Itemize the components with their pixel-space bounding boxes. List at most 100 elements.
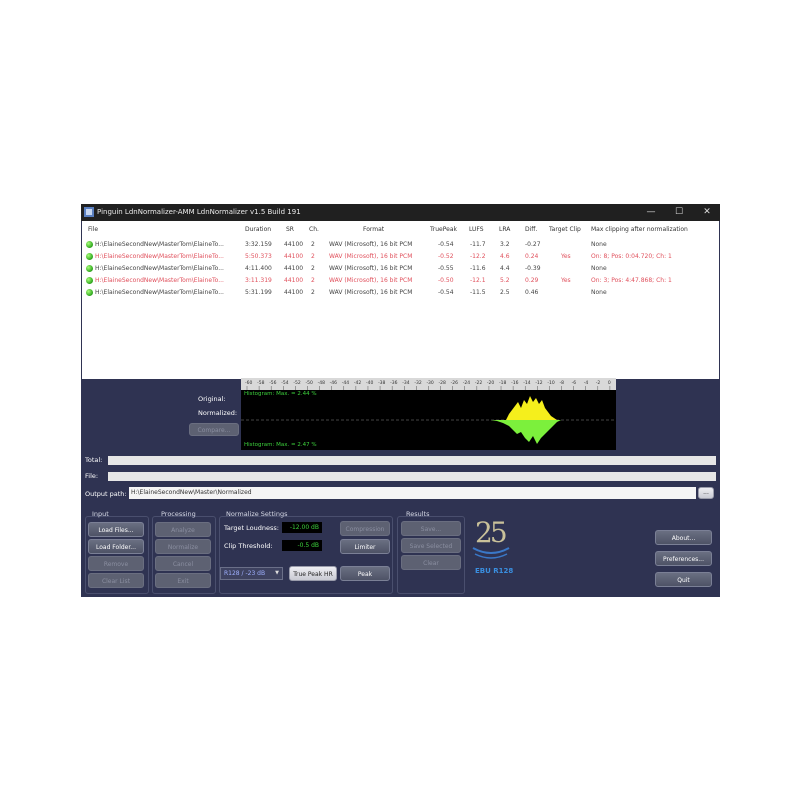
col-sr[interactable]: SR	[286, 226, 294, 233]
ruler-tick-label: -18	[499, 380, 506, 386]
peak-button[interactable]: Peak	[340, 566, 390, 581]
exit-button[interactable]: Exit	[155, 573, 211, 588]
processing-group-label: Processing	[161, 510, 196, 518]
cell-file: H:\ElaineSecondNew\MasterTom\ElaineTo...	[95, 289, 224, 296]
ruler-tick-label: -26	[451, 380, 458, 386]
cell-ch: 2	[311, 241, 315, 248]
cell-target-clip: Yes	[561, 253, 571, 260]
cell-truepeak: -0.54	[438, 241, 454, 248]
cell-format: WAV (Microsoft), 16 bit PCM	[329, 289, 413, 296]
cell-duration: 5:50.373	[245, 253, 272, 260]
cell-file: H:\ElaineSecondNew\MasterTom\ElaineTo...	[95, 277, 224, 284]
clear-results-button[interactable]: Clear	[401, 555, 461, 570]
target-loudness-input[interactable]: -12.00 dB	[282, 522, 322, 533]
title-bar: Pinguin LdnNormalizer-AMM LdnNormalizer …	[81, 204, 720, 221]
cell-truepeak: -0.54	[438, 289, 454, 296]
loudness-ruler: -60 -58 -56 -54 -52 -50 -48 -46 -44 -42 -40 -38 -36-…	[241, 378, 616, 390]
ruler-tick-label: 0	[608, 380, 611, 386]
original-label: Original:	[198, 395, 226, 403]
cell-lufs: -11.6	[470, 265, 486, 272]
load-files-button[interactable]: Load Files...	[88, 522, 144, 537]
compression-button[interactable]: Compression	[340, 521, 390, 536]
file-row[interactable]: H:\ElaineSecondNew\MasterTom\ElaineTo...…	[82, 275, 719, 286]
file-row[interactable]: H:\ElaineSecondNew\MasterTom\ElaineTo...…	[82, 287, 719, 298]
cell-format: WAV (Microsoft), 16 bit PCM	[329, 265, 413, 272]
ruler-tick-label: -14	[523, 380, 530, 386]
cell-file: H:\ElaineSecondNew\MasterTom\ElaineTo...	[95, 253, 224, 260]
ruler-tick-label: -4	[584, 380, 589, 386]
cell-lra: 2.5	[500, 289, 510, 296]
true-peak-hr-button[interactable]: True Peak HR	[289, 566, 337, 581]
ruler-tick-label: -56	[269, 380, 276, 386]
cell-lufs: -12.2	[470, 253, 486, 260]
analyze-button[interactable]: Analyze	[155, 522, 211, 537]
total-label: Total:	[85, 456, 103, 464]
col-ch[interactable]: Ch.	[309, 226, 319, 233]
waveform-graph	[241, 396, 616, 444]
col-format[interactable]: Format	[363, 226, 384, 233]
minimize-button[interactable]: —	[638, 204, 664, 221]
col-target-clip[interactable]: Target Clip	[549, 226, 581, 233]
ruler-tick-label: -24	[463, 380, 470, 386]
ruler-tick-label: -6	[572, 380, 577, 386]
cell-file: H:\ElaineSecondNew\MasterTom\ElaineTo...	[95, 241, 224, 248]
col-lra[interactable]: LRA	[499, 226, 510, 233]
cell-ch: 2	[311, 265, 315, 272]
normalized-label: Normalized:	[198, 409, 238, 417]
cancel-button[interactable]: Cancel	[155, 556, 211, 571]
file-list[interactable]: File Duration SR Ch. Format TruePeak LUF…	[82, 221, 719, 379]
cell-truepeak: -0.52	[438, 253, 454, 260]
col-max-clipping[interactable]: Max clipping after normalization	[591, 226, 688, 233]
preferences-button[interactable]: Preferences...	[655, 551, 712, 566]
ruler-tick-label: -36	[390, 380, 397, 386]
remove-button[interactable]: Remove	[88, 556, 144, 571]
normalize-button[interactable]: Normalize	[155, 539, 211, 554]
output-path-input[interactable]: H:\ElaineSecondNew\Master\Normalized	[129, 487, 696, 499]
preset-value: R128 / -23 dB	[224, 570, 266, 577]
cell-lufs: -11.7	[470, 241, 486, 248]
save-button[interactable]: Save...	[401, 521, 461, 536]
close-button[interactable]: ✕	[694, 204, 720, 221]
load-folder-button[interactable]: Load Folder...	[88, 539, 144, 554]
ruler-tick-label: -50	[305, 380, 312, 386]
cell-duration: 3:11.319	[245, 277, 272, 284]
clip-threshold-input[interactable]: -0.5 dB	[282, 540, 322, 551]
status-ok-icon	[86, 253, 93, 260]
ruler-tick-label: -42	[354, 380, 361, 386]
cell-duration: 4:11.400	[245, 265, 272, 272]
ruler-tick-label: -32	[414, 380, 421, 386]
ruler-tick-label: -28	[439, 380, 446, 386]
about-button[interactable]: About...	[655, 530, 712, 545]
maximize-button[interactable]: ☐	[666, 204, 692, 221]
col-lufs[interactable]: LUFS	[469, 226, 484, 233]
output-path-label: Output path:	[85, 490, 127, 498]
ruler-tick-label: -34	[402, 380, 409, 386]
file-row[interactable]: H:\ElaineSecondNew\MasterTom\ElaineTo...…	[82, 263, 719, 274]
file-row[interactable]: H:\ElaineSecondNew\MasterTom\ElaineTo...…	[82, 251, 719, 262]
col-duration[interactable]: Duration	[245, 226, 271, 233]
cell-sr: 44100	[284, 253, 304, 260]
cell-format: WAV (Microsoft), 16 bit PCM	[329, 277, 413, 284]
preset-select[interactable]: R128 / -23 dB ▼	[220, 567, 283, 580]
cell-lra: 4.6	[500, 253, 510, 260]
col-truepeak[interactable]: TruePeak	[430, 226, 457, 233]
logo-swoosh-icon	[472, 547, 510, 559]
col-diff[interactable]: Diff.	[525, 226, 537, 233]
quit-button[interactable]: Quit	[655, 572, 712, 587]
col-file[interactable]: File	[88, 226, 98, 233]
histogram-top-label: Histogram: Max. = 2.44 %	[244, 391, 317, 397]
save-selected-button[interactable]: Save Selected	[401, 538, 461, 553]
cell-max-clip: None	[591, 289, 607, 296]
cell-sr: 44100	[284, 265, 304, 272]
file-progress-bar	[108, 472, 716, 481]
cell-diff: -0.27	[525, 241, 541, 248]
cell-max-clip: None	[591, 241, 607, 248]
normalize-settings-label: Normalize Settings	[226, 510, 288, 518]
total-progress-bar	[108, 456, 716, 465]
limiter-button[interactable]: Limiter	[340, 539, 390, 554]
clear-list-button[interactable]: Clear List	[88, 573, 144, 588]
cell-format: WAV (Microsoft), 16 bit PCM	[329, 241, 413, 248]
browse-button[interactable]: ...	[698, 487, 714, 499]
compare-button[interactable]: Compare...	[189, 423, 239, 436]
file-row[interactable]: H:\ElaineSecondNew\MasterTom\ElaineTo...…	[82, 239, 719, 250]
